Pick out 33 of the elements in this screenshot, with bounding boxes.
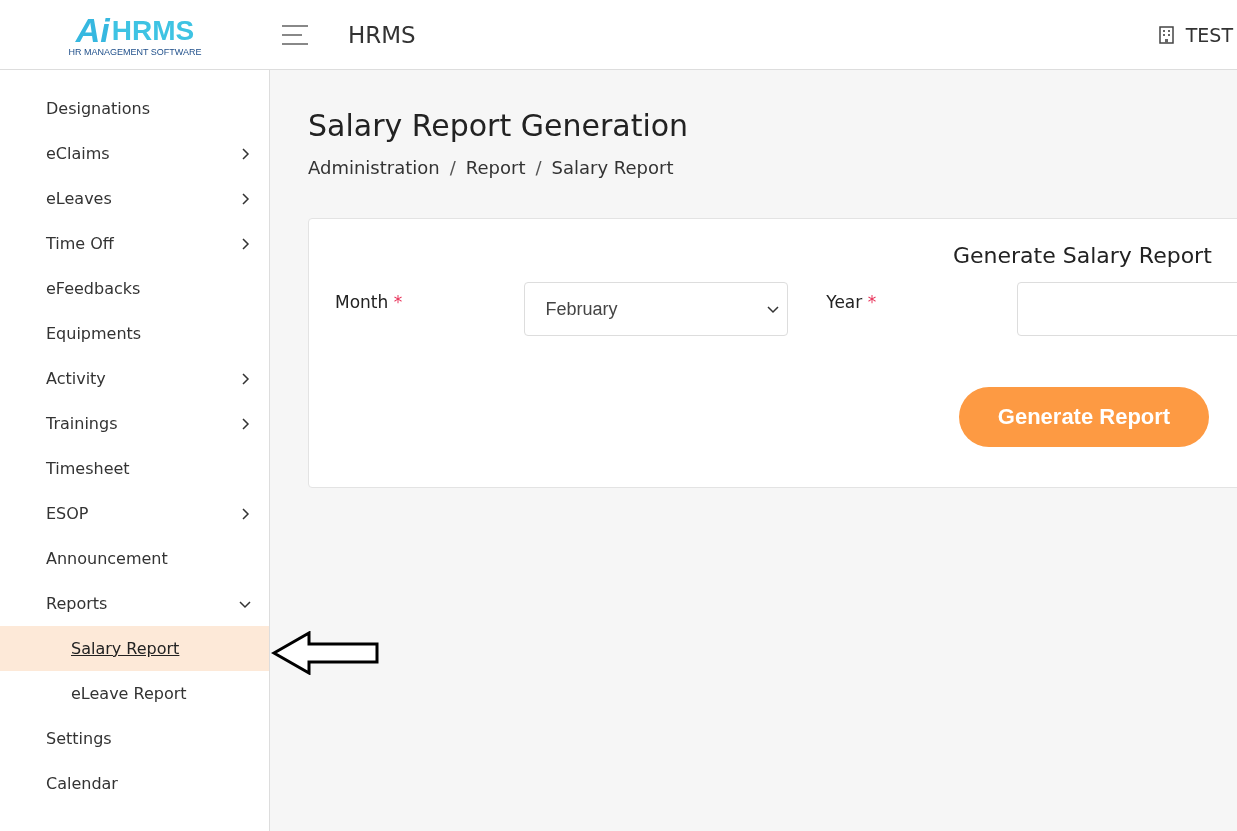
sidebar-subitem[interactable]: Salary Report bbox=[0, 626, 269, 671]
sidebar-item[interactable]: Time Off bbox=[0, 221, 269, 266]
breadcrumb-separator: / bbox=[449, 157, 456, 178]
field-label: Month * bbox=[335, 291, 404, 312]
select-field[interactable]: February bbox=[524, 282, 789, 336]
sidebar-item[interactable]: ESOP bbox=[0, 491, 269, 536]
form-title: Generate Salary Report bbox=[953, 243, 1213, 268]
sidebar-item[interactable]: eLeaves bbox=[0, 176, 269, 221]
menu-icon[interactable] bbox=[282, 24, 310, 45]
building-icon bbox=[1158, 25, 1174, 44]
app-title: HRMS bbox=[348, 21, 417, 48]
sidebar-item[interactable]: Settings bbox=[0, 716, 269, 761]
sidebar-item[interactable]: Designations bbox=[0, 86, 269, 131]
logo: AiHRMS HR MANAGEMENT SOFTWARE bbox=[67, 12, 203, 57]
sidebar-subitem[interactable]: eLeave Report bbox=[0, 671, 269, 716]
sidebar-item[interactable]: Announcement bbox=[0, 536, 269, 581]
sidebar-item[interactable]: eClaims bbox=[0, 131, 269, 176]
sidebar-item[interactable]: Timesheet bbox=[0, 446, 269, 491]
breadcrumb-item[interactable]: Administration bbox=[308, 157, 440, 178]
page-title: Salary Report Generation bbox=[308, 108, 690, 143]
sidebar-item[interactable]: eFeedbacks bbox=[0, 266, 269, 311]
company-name[interactable]: TEST bbox=[1185, 23, 1233, 46]
sidebar-item[interactable]: Equipments bbox=[0, 311, 269, 356]
breadcrumb-separator: / bbox=[535, 157, 542, 178]
breadcrumb-item[interactable]: Report bbox=[465, 157, 526, 178]
chevron-icon bbox=[767, 303, 780, 315]
sidebar-item[interactable]: Trainings bbox=[0, 401, 269, 446]
select-field[interactable] bbox=[1017, 282, 1237, 336]
field-label: Year * bbox=[826, 291, 878, 312]
sidebar-item[interactable]: Calendar bbox=[0, 761, 269, 806]
sidebar-item[interactable]: Reports bbox=[0, 581, 269, 626]
sidebar-item[interactable]: Activity bbox=[0, 356, 269, 401]
breadcrumb-item: Salary Report bbox=[551, 157, 674, 178]
